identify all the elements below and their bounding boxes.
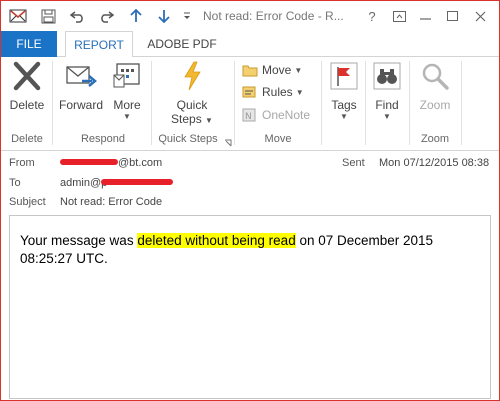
redo-icon[interactable]	[95, 6, 117, 26]
quick-steps-dropdown-icon: ▼	[205, 116, 213, 125]
to-label: To	[9, 177, 21, 189]
onenote-icon: N	[241, 107, 259, 123]
title-bar: Not read: Error Code - R... ?	[1, 1, 499, 31]
subject-label: Subject	[9, 196, 46, 208]
minimize-button[interactable]	[414, 7, 436, 25]
quick-steps-dialog-launcher-icon[interactable]	[224, 136, 232, 150]
group-separator	[151, 61, 152, 145]
outlook-message-window: Not read: Error Code - R... ? FILE REPOR…	[0, 0, 500, 401]
move-button-label: Move	[262, 63, 292, 77]
help-button[interactable]: ?	[361, 7, 383, 25]
group-separator	[52, 61, 53, 145]
customize-toolbar-icon[interactable]	[179, 6, 195, 26]
redaction-mark	[60, 159, 118, 165]
delete-button[interactable]: Delete	[5, 61, 49, 112]
quick-steps-button[interactable]: Quick Steps ▼	[159, 61, 225, 128]
more-dropdown-icon: ▼	[123, 112, 131, 121]
subject-value: Not read: Error Code	[60, 196, 163, 208]
tab-file[interactable]: FILE	[1, 31, 57, 57]
tab-adobe-pdf[interactable]: ADOBE PDF	[141, 31, 223, 57]
message-highlighted-text: deleted without being read	[137, 233, 296, 248]
tab-report[interactable]: REPORT	[65, 31, 133, 58]
move-dropdown-icon: ▼	[294, 65, 303, 75]
group-label-delete: Delete	[11, 133, 43, 145]
group-label-respond: Respond	[80, 133, 126, 145]
from-value[interactable]: @bt.com	[118, 157, 162, 169]
find-dropdown-icon: ▼	[383, 112, 391, 121]
rules-button[interactable]: Rules ▼	[241, 82, 304, 102]
zoom-button-label: Zoom	[419, 98, 451, 112]
group-separator	[409, 61, 410, 145]
message-text: Your message was deleted without being r…	[20, 232, 480, 268]
quick-steps-label-line2: Steps	[171, 112, 202, 126]
rules-button-label: Rules	[262, 85, 293, 99]
group-label-zoom: Zoom	[420, 133, 450, 145]
find-button[interactable]: Find ▼	[369, 61, 405, 121]
more-respond-icon	[112, 61, 142, 94]
group-label-quick-steps: Quick Steps	[158, 133, 218, 145]
outlook-logo-icon	[7, 6, 29, 26]
redaction-mark	[101, 179, 173, 185]
forward-button-label: Forward	[58, 98, 103, 112]
tags-button-label: Tags	[331, 98, 357, 112]
group-separator	[365, 61, 366, 145]
quick-steps-label-line1: Quick	[176, 98, 208, 112]
message-text-part1: Your message was	[20, 233, 138, 248]
binoculars-icon	[372, 61, 402, 94]
tags-flag-icon	[329, 61, 359, 94]
rules-icon	[241, 84, 259, 100]
move-folder-icon	[241, 62, 259, 78]
ribbon-tabs: FILE REPORT ADOBE PDF	[1, 31, 499, 58]
zoom-magnifier-icon	[420, 61, 450, 94]
close-button[interactable]	[469, 7, 491, 25]
svg-text:N: N	[245, 112, 252, 122]
move-button[interactable]: Move ▼	[241, 60, 302, 80]
more-button-label: More	[113, 98, 141, 112]
tags-button[interactable]: Tags ▼	[327, 61, 361, 121]
onenote-button-label: OneNote	[262, 108, 311, 122]
ribbon: Delete Delete Forward More ▼ Respond Qui…	[1, 57, 499, 151]
group-label-move: Move	[264, 133, 292, 145]
message-header: From @bt.com Sent Mon 07/12/2015 08:38 T…	[1, 151, 499, 215]
group-separator	[461, 61, 462, 145]
window-title: Not read: Error Code - R...	[203, 9, 344, 23]
lightning-bolt-icon	[180, 61, 204, 94]
delete-x-icon	[11, 61, 43, 94]
undo-icon[interactable]	[67, 6, 89, 26]
rules-dropdown-icon: ▼	[295, 87, 304, 97]
find-button-label: Find	[375, 98, 399, 112]
zoom-button[interactable]: Zoom	[413, 61, 457, 112]
ribbon-display-options-button[interactable]	[388, 7, 410, 25]
to-value[interactable]: admin@p	[60, 177, 107, 189]
maximize-button[interactable]	[441, 7, 463, 25]
previous-item-icon[interactable]	[125, 6, 147, 26]
next-item-icon[interactable]	[153, 6, 175, 26]
from-label: From	[9, 157, 35, 169]
onenote-button[interactable]: N OneNote	[241, 105, 310, 125]
save-icon[interactable]	[37, 6, 59, 26]
group-separator	[234, 61, 235, 145]
tags-dropdown-icon: ▼	[340, 112, 348, 121]
sent-value: Mon 07/12/2015 08:38	[379, 157, 490, 169]
forward-button[interactable]: Forward	[56, 61, 106, 112]
message-body[interactable]: Your message was deleted without being r…	[9, 215, 491, 399]
sent-label: Sent	[342, 157, 365, 169]
more-respond-button[interactable]: More ▼	[107, 61, 147, 121]
forward-mail-icon	[65, 61, 97, 94]
group-separator	[321, 61, 322, 145]
delete-button-label: Delete	[9, 98, 45, 112]
